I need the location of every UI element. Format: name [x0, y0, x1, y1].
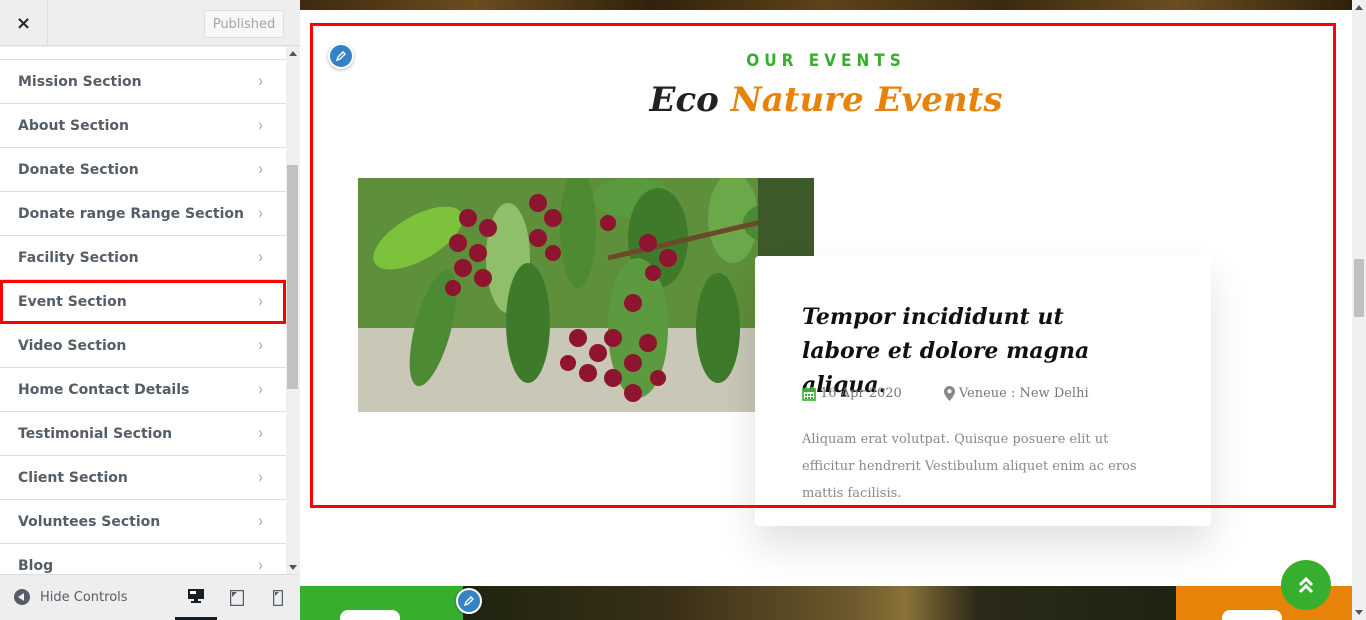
hide-controls-button[interactable]: Hide Controls: [14, 589, 128, 605]
preview-scrollbar[interactable]: [1352, 0, 1366, 620]
sidebar-item-donate-range-range-section[interactable]: Donate range Range Section ›: [0, 192, 286, 236]
sidebar-item-label: Donate Section: [18, 161, 139, 178]
sidebar-item-video-section[interactable]: Video Section ›: [0, 324, 286, 368]
scroll-down-arrow-icon[interactable]: [289, 565, 297, 570]
customizer-window: × Published Mission Section › About Sectio…: [0, 0, 1366, 620]
chevron-right-icon: ›: [257, 115, 263, 136]
sidebar-item-about-section[interactable]: About Section ›: [0, 104, 286, 148]
calendar-icon: [802, 386, 816, 401]
sidebar-item-testimonial-section[interactable]: Testimonial Section ›: [0, 412, 286, 456]
mobile-icon: [273, 590, 283, 606]
sidebar-item-blog[interactable]: Blog ›: [0, 544, 286, 574]
sidebar-item-label: Voluntees Section: [18, 513, 161, 530]
sidebar-scrollbar[interactable]: [286, 47, 300, 574]
sidebar-item-label: Event Section: [18, 293, 127, 310]
sidebar-item-event-section[interactable]: Event Section ›: [0, 280, 286, 324]
chevron-right-icon: ›: [257, 291, 263, 312]
chevron-right-icon: ›: [257, 71, 263, 92]
heading-dark-word: Eco: [649, 80, 719, 120]
sidebar-item-label: Donate range Range Section: [18, 205, 244, 222]
scroll-to-top-button[interactable]: [1281, 560, 1331, 610]
scroll-up-arrow-icon[interactable]: [1355, 5, 1363, 10]
sidebar-item-home-contact-details[interactable]: Home Contact Details ›: [0, 368, 286, 412]
section-eyebrow: OUR EVENTS: [746, 51, 906, 71]
sidebar-item-label: Client Section: [18, 469, 128, 486]
sidebar-item-donate-section[interactable]: Donate Section ›: [0, 148, 286, 192]
scroll-up-arrow-icon[interactable]: [289, 51, 297, 56]
event-meta: 16 Apr 2020 Veneue : New Delhi: [802, 386, 1089, 401]
close-icon: ×: [15, 12, 32, 34]
event-description: Aliquam erat volutpat. Quisque posuere e…: [802, 432, 1137, 501]
chevron-right-icon: ›: [257, 555, 263, 574]
sidebar-item-label: Mission Section: [18, 73, 142, 90]
list-top-spacer: [0, 47, 286, 60]
chevron-right-icon: ›: [257, 159, 263, 180]
desktop-icon: [188, 589, 204, 603]
sidebar-item-label: About Section: [18, 117, 129, 134]
event-date-text: 16 Apr 2020: [820, 386, 902, 401]
sidebar-item-label: Testimonial Section: [18, 425, 173, 442]
edit-counter-section-button[interactable]: [456, 588, 482, 614]
chevron-right-icon: ›: [257, 511, 263, 532]
preview-desktop-button[interactable]: [175, 575, 217, 620]
event-date: 16 Apr 2020: [802, 386, 902, 401]
counter-green-block: [300, 586, 463, 620]
section-heading: Eco Nature Events: [300, 80, 1352, 120]
tablet-icon: [230, 590, 244, 606]
chevron-right-icon: ›: [257, 467, 263, 488]
heading-accent-words: Nature Events: [730, 80, 1003, 120]
preview-scroll-thumb[interactable]: [1354, 259, 1364, 317]
chevron-right-icon: ›: [257, 203, 263, 224]
preview-mobile-button[interactable]: [257, 575, 299, 620]
event-image: [358, 178, 814, 412]
site-preview: OUR EVENTS Eco Nature Events Tempor inci…: [300, 0, 1352, 620]
sidebar-item-label: Blog: [18, 557, 54, 574]
sidebar-item-label: Home Contact Details: [18, 381, 190, 398]
published-button[interactable]: Published: [204, 10, 284, 38]
pencil-icon: [463, 596, 474, 607]
hide-controls-label: Hide Controls: [40, 589, 128, 605]
section-list: Mission Section › About Section › Donate Sec…: [0, 47, 286, 574]
sidebar-item-facility-section[interactable]: Facility Section ›: [0, 236, 286, 280]
sidebar-item-mission-section[interactable]: Mission Section ›: [0, 60, 286, 104]
event-venue-text: Veneue : New Delhi: [958, 386, 1089, 401]
customizer-sidebar: × Published Mission Section › About Sectio…: [0, 0, 300, 620]
preview-tablet-button[interactable]: [216, 575, 258, 620]
chevron-right-icon: ›: [257, 423, 263, 444]
scroll-down-arrow-icon[interactable]: [1355, 610, 1363, 615]
edit-event-section-button[interactable]: [328, 43, 354, 69]
close-customizer-button[interactable]: ×: [0, 0, 48, 46]
previous-section-image: [300, 0, 1352, 10]
sidebar-item-client-section[interactable]: Client Section ›: [0, 456, 286, 500]
sidebar-footer: Hide Controls: [0, 574, 300, 620]
sidebar-scroll-thumb[interactable]: [287, 165, 298, 389]
counter-number: [340, 610, 400, 620]
chevron-right-icon: ›: [257, 379, 263, 400]
chevron-right-icon: ›: [257, 247, 263, 268]
cherry-tree-image: [358, 178, 814, 412]
double-chevron-up-icon: [1298, 576, 1314, 594]
counter-number: [1222, 610, 1282, 620]
chevron-right-icon: ›: [257, 335, 263, 356]
event-venue: Veneue : New Delhi: [943, 386, 1089, 401]
sidebar-item-label: Facility Section: [18, 249, 139, 266]
sidebar-item-voluntees-section[interactable]: Voluntees Section ›: [0, 500, 286, 544]
pencil-icon: [335, 51, 346, 62]
map-marker-icon: [943, 386, 955, 401]
sidebar-header: × Published: [0, 0, 300, 46]
sidebar-item-label: Video Section: [18, 337, 127, 354]
collapse-arrow-icon: [14, 589, 30, 605]
counter-background-image: [463, 586, 1176, 620]
